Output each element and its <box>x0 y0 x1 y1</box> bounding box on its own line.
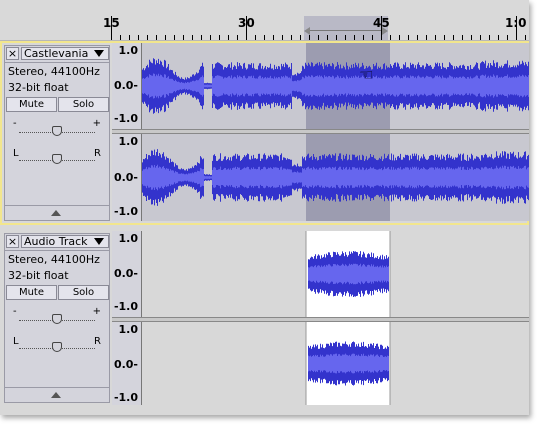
chevron-down-icon <box>94 238 104 245</box>
ruler-min-label: -1.0 <box>113 112 138 125</box>
audacity-project-window: 15 30 45 1:0 × Castlevania Stereo, 44100… <box>0 0 529 415</box>
ruler-max-label: 1.0 <box>118 44 139 57</box>
ruler-zero-label: 0.0- <box>113 79 138 92</box>
track-name-label: Castlevania <box>24 47 89 60</box>
close-icon[interactable]: × <box>6 235 19 248</box>
vertical-ruler: 1.0 0.0- -1.0 <box>112 134 142 221</box>
gain-slider-thumb[interactable] <box>52 314 62 324</box>
track-sample-format: 32-bit float <box>8 81 69 94</box>
track-1-left-channel: 1.0 0.0- -1.0 <box>112 43 529 129</box>
waveform-left <box>142 231 529 317</box>
waveform-right <box>142 134 529 221</box>
pan-slider-thumb[interactable] <box>52 154 62 164</box>
gain-slider[interactable]: - + <box>13 306 101 326</box>
ruler-max-label: 1.0 <box>118 232 139 245</box>
pan-slider[interactable]: L R <box>13 148 101 166</box>
track-2-right-channel: 1.0 0.0- -1.0 <box>112 322 529 405</box>
collapse-track-button[interactable] <box>5 387 109 402</box>
waveform-area[interactable] <box>142 322 529 405</box>
solo-button[interactable]: Solo <box>58 285 109 300</box>
timeline-ruler[interactable]: 15 30 45 1:0 <box>0 0 529 41</box>
mute-button[interactable]: Mute <box>6 285 57 300</box>
ruler-max-label: 1.0 <box>118 135 139 148</box>
track-control-panel: × Castlevania Stereo, 44100Hz 32-bit flo… <box>4 45 110 221</box>
play-region-start-icon <box>304 27 310 35</box>
pan-right-label: R <box>94 336 101 347</box>
ruler-min-label: -1.0 <box>113 300 138 313</box>
ruler-zero-label: 0.0- <box>113 267 138 280</box>
pan-slider-thumb[interactable] <box>52 342 62 352</box>
waveform-area[interactable] <box>142 134 529 221</box>
waveform-area[interactable] <box>142 43 529 129</box>
ruler-zero-label: 0.0- <box>113 171 138 184</box>
track-format-info: Stereo, 44100Hz <box>8 253 100 266</box>
pan-left-label: L <box>13 148 19 159</box>
gain-slider-thumb[interactable] <box>52 126 62 136</box>
collapse-track-button[interactable] <box>5 205 109 220</box>
solo-button[interactable]: Solo <box>58 97 109 112</box>
vertical-ruler: 1.0 0.0- -1.0 <box>112 231 142 317</box>
pan-left-label: L <box>13 336 19 347</box>
waveform-right <box>142 322 529 405</box>
waveform-area[interactable] <box>142 231 529 317</box>
vertical-ruler: 1.0 0.0- -1.0 <box>112 43 142 129</box>
track-control-panel: × Audio Track Stereo, 44100Hz 32-bit flo… <box>4 233 110 403</box>
waveform-left <box>142 43 529 129</box>
track-format-info: Stereo, 44100Hz <box>8 65 100 78</box>
gain-minus-label: - <box>13 118 17 129</box>
ruler-max-label: 1.0 <box>118 323 139 336</box>
collapse-up-icon <box>51 210 61 216</box>
track-2-left-channel: 1.0 0.0- -1.0 <box>112 231 529 317</box>
gain-plus-label: + <box>92 306 101 317</box>
vertical-ruler: 1.0 0.0- -1.0 <box>112 322 142 405</box>
collapse-up-icon <box>51 392 61 398</box>
track-name-menu-button[interactable]: Audio Track <box>21 235 109 248</box>
track-castlevania[interactable]: × Castlevania Stereo, 44100Hz 32-bit flo… <box>0 41 529 225</box>
track-audio-track[interactable]: × Audio Track Stereo, 44100Hz 32-bit flo… <box>0 229 529 407</box>
ruler-min-label: -1.0 <box>113 205 138 218</box>
pan-slider[interactable]: L R <box>13 336 101 354</box>
gain-slider[interactable]: - + <box>13 118 101 138</box>
track-name-menu-button[interactable]: Castlevania <box>21 47 109 60</box>
ruler-min-label: -1.0 <box>113 391 138 404</box>
close-icon[interactable]: × <box>6 47 19 60</box>
gain-minus-label: - <box>13 306 17 317</box>
track-sample-format: 32-bit float <box>8 269 69 282</box>
pan-right-label: R <box>94 148 101 159</box>
chevron-down-icon <box>94 50 104 57</box>
track-name-label: Audio Track <box>24 235 88 248</box>
mute-button[interactable]: Mute <box>6 97 57 112</box>
track-1-right-channel: 1.0 0.0- -1.0 <box>112 134 529 221</box>
gain-plus-label: + <box>92 118 101 129</box>
ruler-zero-label: 0.0- <box>113 358 138 371</box>
